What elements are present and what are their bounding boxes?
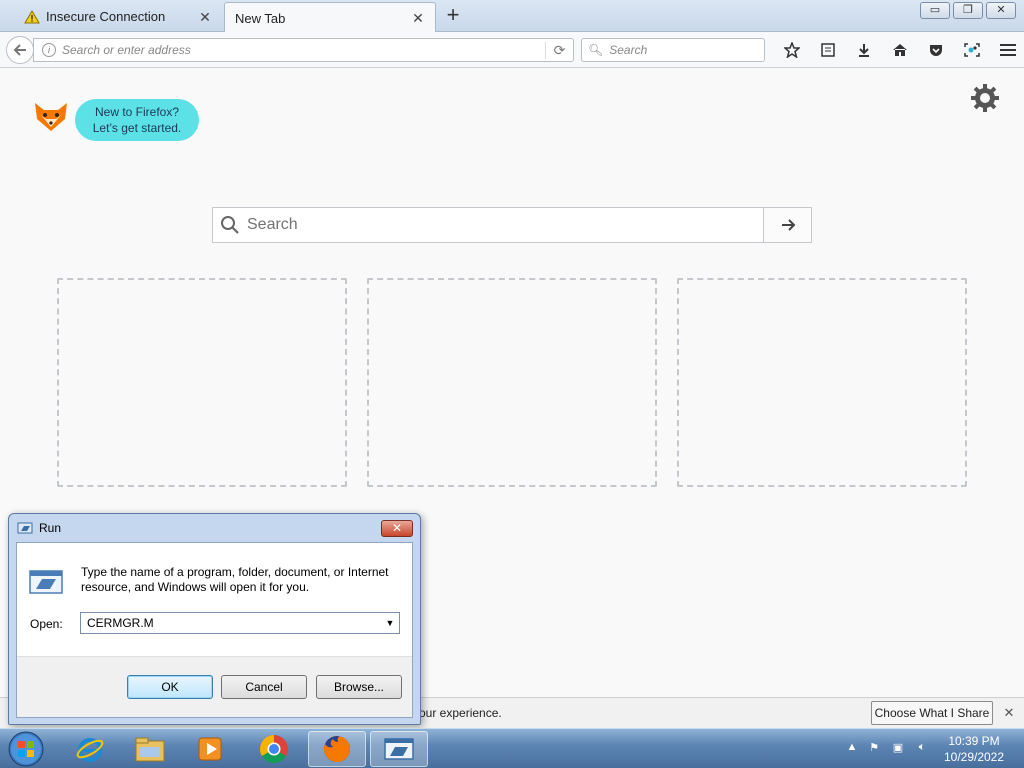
bookmark-star-icon[interactable] xyxy=(774,40,810,60)
close-icon[interactable]: ✕ xyxy=(986,2,1016,19)
search-icon xyxy=(213,215,247,235)
file-explorer-icon xyxy=(135,737,165,762)
minimize-icon[interactable]: ▭ xyxy=(920,2,950,19)
taskbar-internet-explorer[interactable] xyxy=(61,731,119,767)
taskbar: ▲ ⚑ ▣ 🔈︎ 10:39 PM 10/29/2022 xyxy=(0,728,1024,768)
tab-label: New Tab xyxy=(235,10,286,26)
run-dialog-titlebar[interactable]: Run ✕ xyxy=(9,514,420,542)
onboarding-bubble[interactable]: New to Firefox? Let’s get started. xyxy=(75,99,199,141)
page-search-placeholder: Search xyxy=(247,216,298,233)
firefox-mascot-icon[interactable] xyxy=(32,101,70,133)
tab-strip: Insecure Connection ✕ New Tab ✕ + ▭ ❐ ✕ xyxy=(0,0,1024,33)
tab-insecure-connection[interactable]: Insecure Connection ✕ xyxy=(14,2,222,31)
toolbar-search-input[interactable]: 🔍︎ Search xyxy=(581,38,765,62)
back-arrow-icon xyxy=(13,44,26,56)
notification-message: our experience. xyxy=(419,706,502,720)
taskbar-media-player[interactable] xyxy=(181,731,239,767)
run-dialog-icon xyxy=(384,738,414,760)
pocket-icon[interactable] xyxy=(918,40,954,60)
onboarding-line2: Let’s get started. xyxy=(92,121,182,135)
top-site-tile-3[interactable] xyxy=(677,278,967,487)
run-dialog-description: Type the name of a program, folder, docu… xyxy=(81,565,389,594)
firefox-icon xyxy=(324,736,350,762)
open-combobox[interactable]: CERMGR.M ▼ xyxy=(80,612,400,634)
navigation-toolbar: i Search or enter address ⟳ 🔍︎ Search xyxy=(0,32,1024,68)
run-dialog-icon xyxy=(17,522,33,534)
onboarding-line1: New to Firefox? xyxy=(94,105,180,119)
address-bar[interactable]: i Search or enter address ⟳ xyxy=(33,38,574,62)
run-dialog-button-panel: OK Cancel Browse... xyxy=(17,656,412,717)
show-hidden-icons-icon[interactable]: ▲ xyxy=(844,741,860,757)
tab-label: Insecure Connection xyxy=(46,9,166,24)
top-site-tile-2[interactable] xyxy=(367,278,657,487)
volume-muted-icon[interactable]: 🔈︎ xyxy=(914,741,930,757)
start-button-icon[interactable] xyxy=(6,730,46,768)
taskbar-file-explorer[interactable] xyxy=(121,731,179,767)
browse-button[interactable]: Browse... xyxy=(316,675,402,699)
taskbar-chrome[interactable] xyxy=(245,731,303,767)
clock-date: 10/29/2022 xyxy=(943,750,1005,764)
choose-what-i-share-button[interactable]: Choose What I Share xyxy=(871,701,993,725)
clock-time: 10:39 PM xyxy=(948,734,1000,748)
search-placeholder: Search xyxy=(609,43,648,57)
screenshot-icon[interactable] xyxy=(954,40,990,60)
top-site-tile-1[interactable] xyxy=(57,278,347,487)
back-button[interactable] xyxy=(6,36,34,64)
open-input-value[interactable]: CERMGR.M xyxy=(87,616,381,630)
new-tab-button[interactable]: + xyxy=(441,4,465,28)
info-icon[interactable]: i xyxy=(42,43,56,57)
tab-close-icon[interactable]: ✕ xyxy=(411,11,425,25)
taskbar-run-dialog[interactable] xyxy=(370,731,428,767)
run-dialog-title: Run xyxy=(39,521,62,535)
tab-new-tab[interactable]: New Tab ✕ xyxy=(224,2,436,33)
network-icon[interactable]: ▣ xyxy=(890,741,906,757)
home-icon[interactable] xyxy=(882,40,918,60)
search-icon: 🔍︎ xyxy=(588,43,604,57)
address-placeholder: Search or enter address xyxy=(62,43,191,57)
chrome-icon xyxy=(260,735,288,763)
downloads-icon[interactable] xyxy=(846,40,882,60)
arrow-right-icon xyxy=(781,219,795,231)
search-go-button[interactable] xyxy=(763,208,811,242)
menu-icon[interactable] xyxy=(990,40,1024,60)
settings-gear-icon[interactable] xyxy=(970,83,1000,113)
media-player-icon xyxy=(198,737,222,761)
restore-icon[interactable]: ❐ xyxy=(953,2,983,19)
reload-icon[interactable]: ⟳ xyxy=(545,41,573,59)
cancel-button[interactable]: Cancel xyxy=(221,675,307,699)
dropdown-arrow-icon[interactable]: ▼ xyxy=(381,618,399,628)
reading-list-icon[interactable] xyxy=(810,40,846,60)
page-search-box[interactable]: Search xyxy=(212,207,812,243)
run-dialog-body: Type the name of a program, folder, docu… xyxy=(16,542,413,718)
warning-icon xyxy=(24,9,40,23)
internet-explorer-icon xyxy=(76,738,104,762)
run-dialog: Run ✕ Type the name of a program, folder… xyxy=(8,513,421,725)
action-center-flag-icon[interactable]: ⚑ xyxy=(866,741,882,757)
taskbar-firefox[interactable] xyxy=(308,731,366,767)
taskbar-clock[interactable]: 10:39 PM 10/29/2022 xyxy=(938,733,1010,765)
run-program-icon xyxy=(29,570,63,594)
tab-close-icon[interactable]: ✕ xyxy=(198,10,212,24)
ok-button[interactable]: OK xyxy=(127,675,213,699)
run-dialog-close-button[interactable]: ✕ xyxy=(381,519,413,537)
open-label: Open: xyxy=(30,617,63,631)
window-controls: ▭ ❐ ✕ xyxy=(920,2,1016,19)
notification-close-icon[interactable]: ✕ xyxy=(1002,705,1016,721)
toolbar-icons xyxy=(774,40,1024,60)
